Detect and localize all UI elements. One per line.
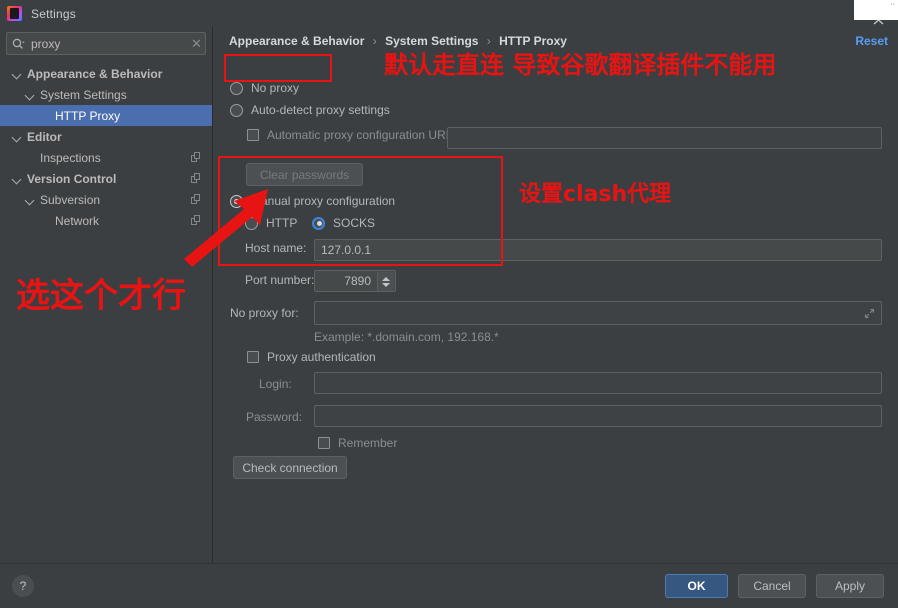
copy-icon[interactable] [191, 152, 202, 163]
host-name-label-row: Host name: [245, 241, 306, 255]
remember-checkbox[interactable] [318, 437, 330, 449]
host-name-input[interactable]: 127.0.0.1 [314, 239, 882, 261]
manual-proxy-label: Manual proxy configuration [251, 194, 396, 208]
intellij-idea-icon [7, 6, 22, 21]
example-hint-row: Example: *.domain.com, 192.168.* [314, 330, 499, 344]
http-radio-row[interactable]: HTTP [245, 216, 297, 230]
close-button[interactable]: ·· [854, 0, 898, 20]
example-hint: Example: *.domain.com, 192.168.* [314, 330, 499, 344]
title-bar: Settings ·· [0, 0, 898, 27]
login-label-row: Login: [259, 377, 292, 391]
chevron-down-icon[interactable] [12, 173, 23, 184]
search-input[interactable] [29, 36, 188, 51]
port-number-label: Port number: [245, 273, 315, 287]
no-proxy-label: No proxy [251, 81, 300, 95]
cancel-button[interactable]: Cancel [738, 574, 806, 598]
sidebar-item-label: Editor [27, 129, 62, 144]
chevron-down-icon[interactable] [25, 194, 36, 205]
sidebar-item-label: Subversion [40, 192, 101, 207]
sidebar-item-subversion[interactable]: Subversion [0, 189, 212, 210]
search-box[interactable]: ✕ [6, 32, 206, 55]
port-number-stepper[interactable]: 7890 [314, 270, 396, 292]
remember-row[interactable]: Remember [318, 436, 397, 450]
sidebar-item-label: HTTP Proxy [55, 108, 121, 123]
sidebar-item-inspections[interactable]: Inspections [0, 147, 212, 168]
auto-detect-radio[interactable] [230, 103, 243, 117]
ok-button[interactable]: OK [665, 574, 728, 598]
auto-detect-label: Auto-detect proxy settings [251, 103, 390, 117]
check-connection-label: Check connection [242, 460, 338, 475]
socks-radio[interactable] [312, 216, 325, 230]
copy-icon[interactable] [191, 194, 202, 205]
proxy-authentication-checkbox[interactable] [247, 351, 259, 363]
sidebar-item-label: System Settings [40, 87, 127, 102]
auto-detect-radio-row[interactable]: Auto-detect proxy settings [230, 103, 390, 117]
port-number-label-row: Port number: [245, 273, 314, 287]
host-name-label: Host name: [245, 241, 307, 255]
chevron-down-icon[interactable] [12, 131, 23, 142]
chevron-down-icon[interactable] [25, 89, 36, 100]
sidebar-item-editor[interactable]: Editor [0, 126, 212, 147]
chevron-down-icon[interactable] [382, 282, 390, 287]
manual-proxy-radio-row[interactable]: Manual proxy configuration [230, 194, 395, 208]
no-proxy-for-label-row: No proxy for: [230, 306, 299, 320]
auto-config-url-checkbox[interactable] [247, 129, 259, 141]
sidebar-item-label: Network [55, 213, 100, 228]
port-number-value: 7890 [344, 274, 371, 288]
search-icon [7, 33, 29, 54]
password-label: Password: [246, 410, 303, 424]
ok-label: OK [687, 579, 706, 593]
host-name-value: 127.0.0.1 [321, 243, 372, 257]
sidebar-item-appearance-behavior[interactable]: Appearance & Behavior [0, 63, 212, 84]
copy-icon[interactable] [191, 173, 202, 184]
sidebar-item-label: Version Control [27, 171, 117, 186]
no-proxy-radio[interactable] [230, 81, 243, 95]
manual-proxy-radio[interactable] [230, 194, 243, 208]
apply-button[interactable]: Apply [816, 574, 884, 598]
no-proxy-for-label: No proxy for: [230, 306, 299, 320]
dialog-button-bar: ? OK Cancel Apply [0, 563, 898, 608]
settings-sidebar: ✕ Appearance & Behavior System Settings HT… [0, 27, 213, 563]
remember-label: Remember [338, 436, 398, 450]
auto-config-url-row[interactable]: Automatic proxy configuration URL: [247, 128, 456, 142]
port-number-spinner[interactable] [377, 272, 394, 291]
login-label: Login: [259, 377, 292, 391]
socks-radio-label: SOCKS [333, 216, 376, 230]
main-pane: Appearance & Behavior › System Settings … [214, 27, 898, 563]
no-proxy-for-input[interactable] [314, 301, 882, 325]
auto-config-url-label: Automatic proxy configuration URL: [267, 128, 456, 142]
check-connection-button[interactable]: Check connection [233, 456, 347, 479]
settings-dialog: Settings ·· ✕ Appearance & Behavior Syste… [0, 0, 898, 608]
clear-passwords-label: Clear passwords [259, 167, 350, 182]
http-radio[interactable] [245, 216, 258, 230]
window-title: Settings [31, 6, 76, 21]
settings-tree: Appearance & Behavior System Settings HTTP… [0, 63, 212, 231]
sidebar-item-system-settings[interactable]: System Settings [0, 84, 212, 105]
http-proxy-form: No proxy Auto-detect proxy settings Auto… [214, 27, 898, 563]
sidebar-item-http-proxy[interactable]: HTTP Proxy [0, 105, 212, 126]
expand-icon[interactable] [864, 308, 875, 319]
sidebar-item-label: Appearance & Behavior [27, 66, 163, 81]
close-icon[interactable]: ✕ [188, 36, 205, 52]
auto-config-url-input[interactable] [447, 127, 882, 149]
clear-passwords-button[interactable]: Clear passwords [246, 163, 363, 186]
proxy-authentication-label: Proxy authentication [267, 350, 376, 364]
http-radio-label: HTTP [266, 216, 298, 230]
password-input[interactable] [314, 405, 882, 427]
password-label-row: Password: [246, 410, 302, 424]
sidebar-item-label: Inspections [40, 150, 101, 165]
chevron-down-icon[interactable] [12, 68, 23, 79]
cancel-label: Cancel [753, 579, 791, 593]
sidebar-item-network[interactable]: Network [0, 210, 212, 231]
login-input[interactable] [314, 372, 882, 394]
help-button[interactable]: ? [12, 575, 34, 597]
no-proxy-radio-row[interactable]: No proxy [230, 81, 299, 95]
socks-radio-row[interactable]: SOCKS [312, 216, 375, 230]
apply-label: Apply [834, 579, 866, 593]
chevron-up-icon[interactable] [382, 276, 390, 281]
sidebar-item-version-control[interactable]: Version Control [0, 168, 212, 189]
proxy-authentication-row[interactable]: Proxy authentication [247, 350, 376, 364]
chevron-up-icon[interactable] [873, 18, 884, 27]
copy-icon[interactable] [191, 215, 202, 226]
